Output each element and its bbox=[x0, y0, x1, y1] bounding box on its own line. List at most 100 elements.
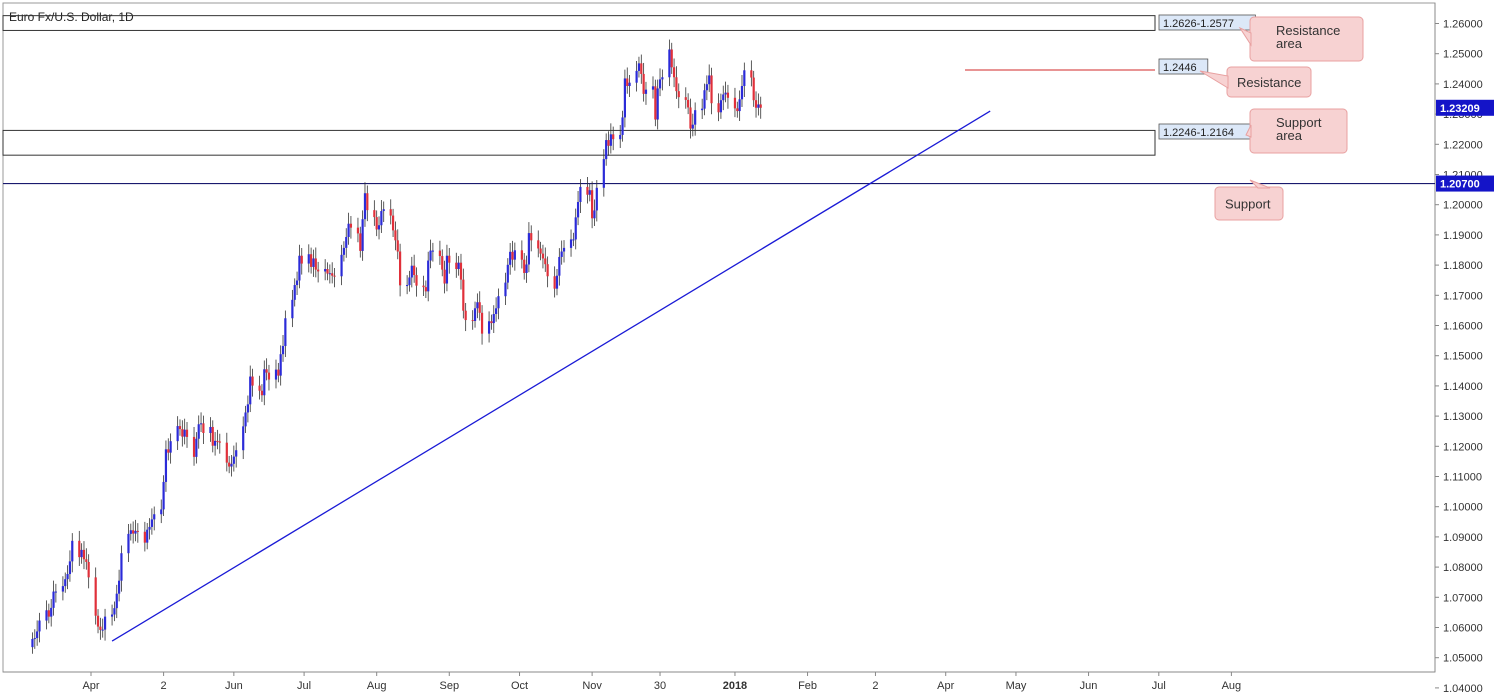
bull-candle[interactable] bbox=[279, 354, 282, 376]
bear-candle[interactable] bbox=[546, 264, 549, 277]
bull-candle[interactable] bbox=[164, 449, 168, 482]
bull-candle[interactable] bbox=[197, 424, 200, 439]
bear-candle[interactable] bbox=[218, 441, 221, 443]
bear-candle[interactable] bbox=[375, 217, 378, 230]
bear-candle[interactable] bbox=[523, 259, 526, 273]
bull-candle[interactable] bbox=[195, 438, 198, 457]
bull-candle[interactable] bbox=[694, 110, 697, 125]
bear-candle[interactable] bbox=[132, 530, 135, 534]
bull-candle[interactable] bbox=[628, 82, 631, 87]
bull-candle[interactable] bbox=[724, 92, 727, 95]
bear-candle[interactable] bbox=[396, 240, 399, 252]
bull-candle[interactable] bbox=[120, 553, 123, 581]
bear-candle[interactable] bbox=[185, 429, 189, 437]
bull-candle[interactable] bbox=[427, 260, 430, 292]
support-callout[interactable]: Support bbox=[1214, 179, 1284, 221]
bear-candle[interactable] bbox=[464, 310, 467, 321]
bull-candle[interactable] bbox=[560, 251, 563, 257]
bear-candle[interactable] bbox=[415, 275, 418, 286]
bull-candle[interactable] bbox=[595, 187, 598, 211]
bear-candle[interactable] bbox=[82, 549, 86, 560]
bear-candle[interactable] bbox=[211, 426, 214, 446]
bear-candle[interactable] bbox=[750, 70, 753, 78]
bear-candle[interactable] bbox=[349, 223, 353, 228]
bull-candle[interactable] bbox=[160, 509, 163, 515]
bear-candle[interactable] bbox=[717, 103, 720, 113]
bear-candle[interactable] bbox=[591, 190, 594, 219]
bull-candle[interactable] bbox=[555, 275, 559, 289]
bull-candle[interactable] bbox=[244, 412, 247, 427]
bull-candle[interactable] bbox=[619, 134, 622, 140]
bear-candle[interactable] bbox=[326, 269, 329, 274]
bear-candle[interactable] bbox=[356, 227, 360, 234]
chart-area[interactable]: 1.260001.250001.240001.230001.220001.210… bbox=[0, 0, 1494, 697]
bear-candle[interactable] bbox=[87, 561, 90, 578]
bear-candle[interactable] bbox=[626, 78, 629, 87]
bull-candle[interactable] bbox=[153, 514, 156, 520]
bull-candle[interactable] bbox=[61, 586, 64, 592]
bull-candle[interactable] bbox=[495, 308, 498, 315]
bull-candle[interactable] bbox=[445, 255, 449, 284]
bull-candle[interactable] bbox=[408, 277, 411, 286]
bear-candle[interactable] bbox=[684, 97, 687, 100]
bull-candle[interactable] bbox=[249, 376, 252, 405]
support-area-callout[interactable]: Support area bbox=[1245, 108, 1348, 154]
bear-candle[interactable] bbox=[333, 275, 336, 277]
bear-candle[interactable] bbox=[640, 63, 643, 74]
bull-candle[interactable] bbox=[738, 99, 741, 112]
bull-candle[interactable] bbox=[429, 250, 432, 261]
bull-candle[interactable] bbox=[740, 86, 744, 100]
bear-candle[interactable] bbox=[399, 251, 402, 286]
bull-candle[interactable] bbox=[71, 540, 74, 562]
bull-candle[interactable] bbox=[705, 84, 708, 91]
bull-candle[interactable] bbox=[757, 104, 760, 108]
bear-candle[interactable] bbox=[443, 269, 446, 284]
bull-candle[interactable] bbox=[504, 282, 507, 297]
bear-candle[interactable] bbox=[471, 320, 474, 322]
bull-candle[interactable] bbox=[293, 285, 296, 300]
bull-candle[interactable] bbox=[31, 638, 34, 648]
bull-candle[interactable] bbox=[113, 608, 116, 615]
bear-candle[interactable] bbox=[530, 233, 533, 241]
bull-candle[interactable] bbox=[380, 211, 383, 226]
bear-candle[interactable] bbox=[490, 321, 493, 324]
bear-candle[interactable] bbox=[251, 376, 254, 386]
bear-candle[interactable] bbox=[511, 251, 514, 260]
bear-candle[interactable] bbox=[537, 240, 540, 249]
bull-candle[interactable] bbox=[644, 89, 648, 94]
bear-candle[interactable] bbox=[373, 210, 376, 218]
bull-candle[interactable] bbox=[101, 629, 104, 631]
bull-candle[interactable] bbox=[169, 441, 172, 453]
bull-candle[interactable] bbox=[558, 256, 561, 276]
bear-candle[interactable] bbox=[736, 108, 739, 112]
bull-candle[interactable] bbox=[382, 209, 385, 212]
bear-candle[interactable] bbox=[143, 531, 146, 543]
bull-candle[interactable] bbox=[476, 302, 479, 309]
bull-candle[interactable] bbox=[235, 450, 238, 457]
bear-candle[interactable] bbox=[94, 577, 97, 616]
bear-candle[interactable] bbox=[359, 233, 362, 251]
bear-candle[interactable] bbox=[47, 610, 50, 617]
bull-candle[interactable] bbox=[492, 314, 495, 324]
bull-candle[interactable] bbox=[50, 607, 53, 617]
bear-candle[interactable] bbox=[672, 67, 676, 78]
bull-candle[interactable] bbox=[284, 318, 287, 347]
bear-candle[interactable] bbox=[422, 285, 425, 288]
bull-candle[interactable] bbox=[281, 346, 285, 355]
bull-candle[interactable] bbox=[345, 237, 348, 248]
bear-candle[interactable] bbox=[317, 269, 320, 272]
bear-candle[interactable] bbox=[478, 302, 481, 313]
bear-candle[interactable] bbox=[459, 262, 463, 280]
bear-candle[interactable] bbox=[394, 230, 397, 241]
bear-candle[interactable] bbox=[260, 390, 264, 396]
bull-candle[interactable] bbox=[701, 108, 704, 111]
bear-candle[interactable] bbox=[216, 440, 219, 442]
bull-candle[interactable] bbox=[621, 117, 624, 135]
bear-candle[interactable] bbox=[265, 369, 268, 373]
bear-candle[interactable] bbox=[455, 262, 458, 270]
bull-candle[interactable] bbox=[708, 75, 711, 85]
bull-candle[interactable] bbox=[54, 591, 57, 593]
bull-candle[interactable] bbox=[722, 94, 725, 101]
bear-candle[interactable] bbox=[754, 100, 758, 108]
bear-candle[interactable] bbox=[228, 462, 231, 467]
